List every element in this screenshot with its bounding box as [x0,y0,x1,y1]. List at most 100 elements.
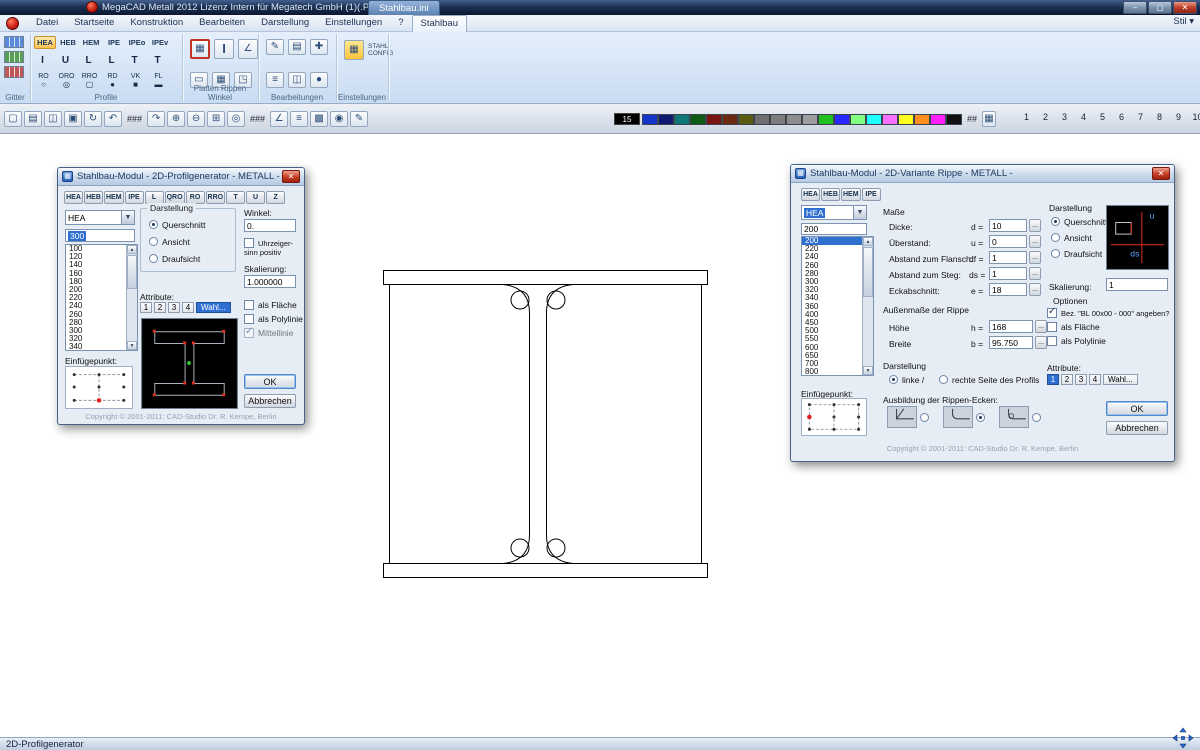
platten-icon[interactable]: ▦ [190,39,210,59]
app-menu-icon[interactable] [6,17,19,30]
gitter-icon-3[interactable] [4,66,24,78]
insert-point-picker[interactable] [65,366,133,409]
color-swatch[interactable] [850,114,866,125]
zoom-fit-icon[interactable]: ◎ [227,111,245,127]
style-label[interactable]: Stil [1173,16,1186,27]
attribute-2-button[interactable]: 2 [1061,374,1073,385]
color-swatch[interactable] [946,114,962,125]
profile-ro-button[interactable]: RO○ [34,73,53,89]
stahl-config-label[interactable]: STAHL-CONFIG [368,43,396,57]
attribute-3-button[interactable]: 3 [168,302,180,313]
color-swatch[interactable] [914,114,930,125]
profile-shape-button[interactable]: L [80,52,97,70]
profile-select[interactable]: HEA ▼ [801,205,867,220]
profile-type-button[interactable]: IPEo [126,36,148,49]
pan-move-icon[interactable] [1172,727,1194,749]
scroll-down-icon[interactable]: ▼ [127,341,137,350]
checkbox-icon[interactable] [244,238,254,248]
radio-icon[interactable] [920,413,929,422]
attribute-2-button[interactable]: 2 [154,302,166,313]
radio-icon[interactable] [1032,413,1041,422]
print-icon[interactable]: ▣ [64,111,82,127]
profile-button[interactable]: Z [266,191,285,204]
color-swatch[interactable] [658,114,674,125]
profile-button[interactable]: IPE [862,188,881,201]
close-button[interactable]: ✕ [1173,1,1197,14]
scroll-thumb[interactable] [127,255,137,289]
profile-rd-button[interactable]: RD● [103,73,122,89]
ok-button[interactable]: OK [1106,401,1168,416]
color-swatch[interactable] [882,114,898,125]
save-icon[interactable]: ◫ [44,111,62,127]
zoom-in-icon[interactable]: ⊕ [167,111,185,127]
cancel-button[interactable]: Abbrechen [244,394,296,408]
radio-icon[interactable] [149,237,158,246]
menu-tab[interactable]: Konstruktion [122,15,191,32]
radio-ansicht[interactable]: Ansicht [1051,233,1092,243]
open-folder-icon[interactable]: ▤ [24,111,42,127]
profile-button[interactable]: U [246,191,265,204]
radio-querschnitt[interactable]: Querschnitt [1051,217,1107,227]
profile-button[interactable]: RRO [206,191,226,204]
menu-tab[interactable]: Einstellungen [317,15,390,32]
checkbox-icon[interactable] [244,314,254,324]
hoehe-browse-button[interactable]: ... [1035,320,1047,333]
profile-shape-button[interactable]: I [34,52,51,70]
layer-field-2[interactable]: ### [247,114,268,124]
eckabschnitt-browse-button[interactable]: ... [1029,283,1041,296]
profile-type-button[interactable]: HEM [80,36,102,49]
pen-number-button[interactable]: 7 [1132,111,1149,124]
minimize-button[interactable]: – [1123,1,1147,14]
profile-fl-button[interactable]: FL▬ [149,73,168,89]
color-swatch[interactable] [706,114,722,125]
size-filter-input[interactable]: 300 [65,229,135,242]
radio-draufsicht[interactable]: Draufsicht [1051,249,1102,259]
snap-icon[interactable]: ◉ [330,111,348,127]
als-flaeche-checkbox[interactable]: als Fläche [244,300,297,310]
abstand-steg-browse-button[interactable]: ... [1029,267,1041,280]
color-swatch[interactable] [866,114,882,125]
breite-input[interactable]: 95.750 [989,336,1033,349]
color-swatch[interactable] [898,114,914,125]
ecke-option-1[interactable] [887,406,933,428]
stahl-config-icon[interactable]: ▦ [344,40,364,60]
pen-number-button[interactable]: 9 [1170,111,1187,124]
ueberstand-browse-button[interactable]: ... [1029,235,1041,248]
redo-icon[interactable]: ↷ [147,111,165,127]
attribute-4-button[interactable]: 4 [1089,374,1101,385]
radio-icon[interactable] [1051,249,1060,258]
color-swatch[interactable] [834,114,850,125]
line-weight-indicator[interactable]: 15 [614,113,640,125]
attributes-icon[interactable]: ▤ [288,39,306,55]
profile-button[interactable]: HEM [841,188,861,201]
undo-icon[interactable]: ↶ [104,111,122,127]
winkel-icon[interactable]: ∠ [238,39,258,59]
pen-icon[interactable]: ✎ [350,111,368,127]
breite-browse-button[interactable]: ... [1035,336,1047,349]
als-polylinie-checkbox[interactable]: als Polylinie [244,314,303,324]
color-swatch[interactable] [754,114,770,125]
pen-number-button[interactable]: 6 [1113,111,1130,124]
size-list-item[interactable]: 800 [802,368,862,375]
profile-button[interactable]: HEM [104,191,124,204]
radio-icon[interactable] [149,254,158,263]
profile-type-button[interactable]: IPEv [149,36,171,49]
radio-icon[interactable] [939,375,948,384]
edit-icon[interactable]: ✎ [266,39,284,55]
cancel-button[interactable]: Abbrechen [1106,421,1168,435]
menu-tab[interactable]: Darstellung [253,15,317,32]
hatch-icon[interactable]: ▩ [310,111,328,127]
dicke-browse-button[interactable]: ... [1029,219,1041,232]
attribute-3-button[interactable]: 3 [1075,374,1087,385]
scroll-thumb[interactable] [863,247,873,297]
color-swatch[interactable] [738,114,754,125]
profile-button[interactable]: T [226,191,245,204]
profile-button[interactable]: IPE [125,191,144,204]
uhrzeigersinn-checkbox[interactable]: Uhrzeiger-sinn positiv [244,238,300,257]
profile-shape-button[interactable]: L [103,52,120,70]
attribute-1-button[interactable]: 1 [140,302,152,313]
menu-tab[interactable]: ? [390,15,411,32]
profile-shape-button[interactable]: T [126,52,143,70]
chevron-down-icon[interactable]: ▼ [853,206,866,219]
profile-button[interactable]: HEB [821,188,840,201]
